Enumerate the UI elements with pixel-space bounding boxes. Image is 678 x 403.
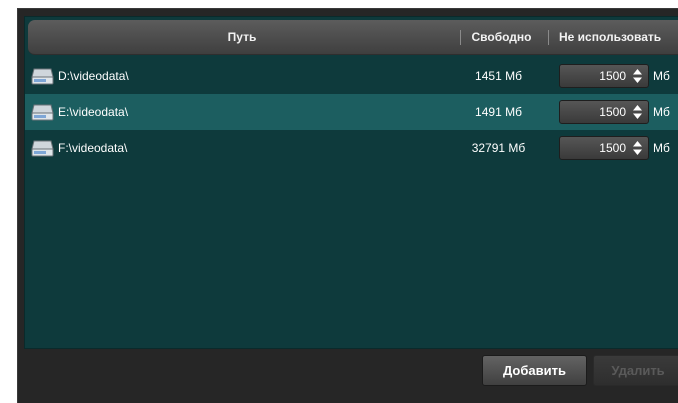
reserve-value[interactable]: 1500 — [599, 65, 626, 87]
reserve-unit: Мб — [653, 69, 670, 83]
up-down-arrows-icon[interactable] — [633, 141, 642, 155]
reserve-unit: Мб — [653, 105, 670, 119]
column-header-free[interactable]: Свободно — [458, 20, 545, 55]
storage-table: Путь Свободно Не использовать D:\videoda… — [24, 16, 678, 349]
row-path: E:\videodata\ — [58, 105, 129, 119]
row-path: F:\videodata\ — [58, 141, 128, 155]
table-header: Путь Свободно Не использовать — [28, 20, 678, 55]
up-down-arrows-icon[interactable] — [633, 69, 642, 83]
row-free-space: 32791 Мб — [471, 141, 526, 155]
reserve-unit: Мб — [653, 141, 670, 155]
table-row[interactable]: D:\videodata\ 1451 Мб 1500 Мб — [25, 58, 678, 94]
table-row[interactable]: F:\videodata\ 32791 Мб 1500 Мб — [25, 130, 678, 166]
column-header-no-use[interactable]: Не использовать — [559, 20, 678, 55]
hard-drive-icon — [31, 140, 54, 157]
row-path: D:\videodata\ — [58, 69, 129, 83]
hard-drive-icon — [31, 104, 54, 121]
table-row-selected[interactable]: E:\videodata\ 1491 Мб 1500 Мб — [25, 94, 678, 130]
reserve-value[interactable]: 1500 — [599, 137, 626, 159]
reserve-spinbox[interactable]: 1500 — [559, 136, 649, 160]
reserve-value[interactable]: 1500 — [599, 101, 626, 123]
delete-button[interactable]: Удалить — [593, 355, 678, 386]
reserve-spinbox[interactable]: 1500 — [559, 100, 649, 124]
row-free-space: 1451 Мб — [475, 69, 522, 83]
storage-settings-frame: Путь Свободно Не использовать D:\videoda… — [17, 8, 678, 403]
hard-drive-icon — [31, 68, 54, 85]
reserve-spinbox[interactable]: 1500 — [559, 64, 649, 88]
column-separator — [548, 30, 549, 45]
up-down-arrows-icon[interactable] — [633, 105, 642, 119]
column-header-path[interactable]: Путь — [28, 20, 456, 55]
row-free-space: 1491 Мб — [475, 105, 522, 119]
add-button[interactable]: Добавить — [482, 355, 587, 386]
